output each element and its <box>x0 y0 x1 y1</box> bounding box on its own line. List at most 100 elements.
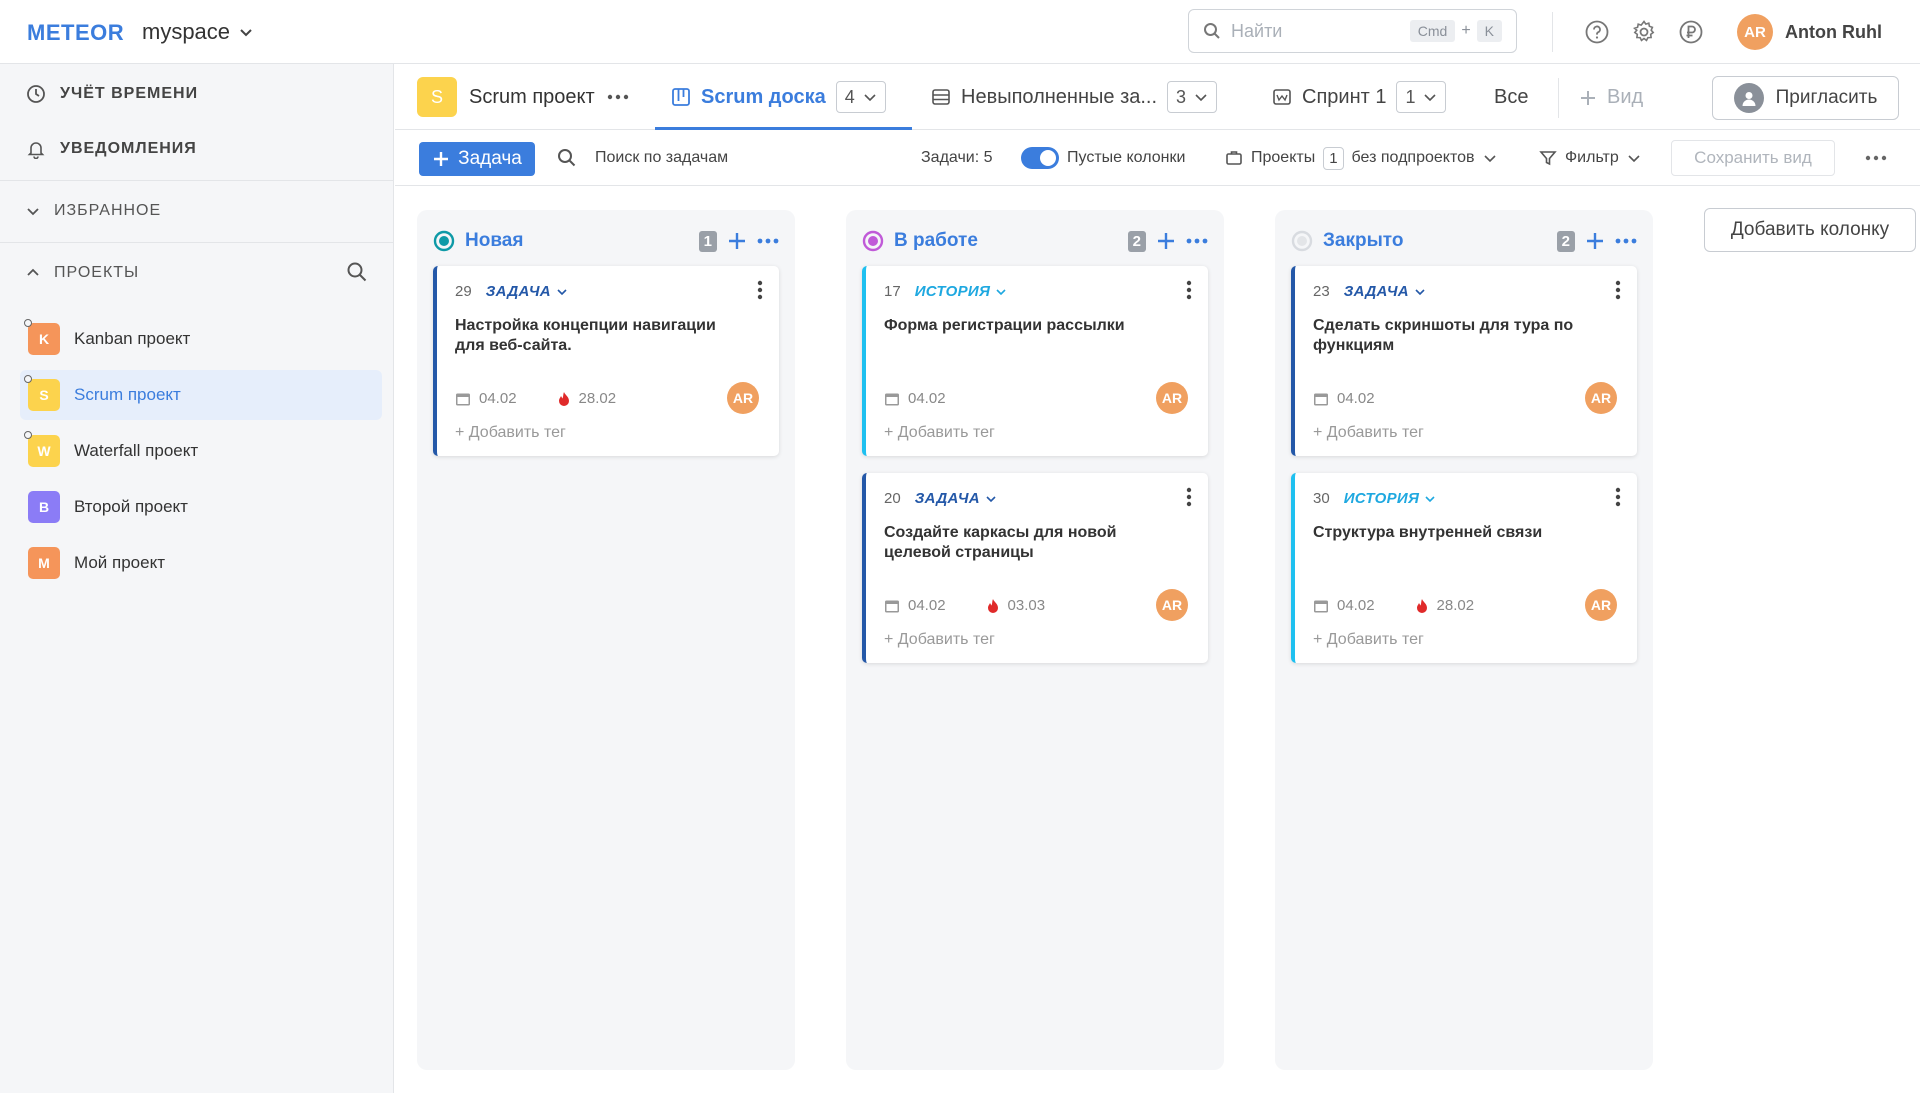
card-dates: 04.02 <box>884 390 946 407</box>
projects-filter[interactable]: Проекты 1 без подпроектов <box>1225 130 1497 186</box>
add-tag-link[interactable]: + Добавить тег <box>1313 424 1424 442</box>
project-name: Мой проект <box>74 553 166 572</box>
sidebar-section-favorites[interactable]: ИЗБРАННОЕ <box>26 202 161 220</box>
empty-columns-toggle[interactable]: Пустые колонки <box>1021 130 1185 186</box>
chevron-down-icon <box>240 29 252 37</box>
project-badge: В <box>28 491 60 523</box>
assignee-avatar[interactable]: AR <box>727 382 759 414</box>
plus-icon <box>1581 90 1595 105</box>
save-view-button[interactable]: Сохранить вид <box>1671 140 1835 176</box>
tab-label: Спринт 1 <box>1302 85 1387 108</box>
kebab-menu-icon[interactable] <box>1186 280 1192 300</box>
task-card[interactable]: 29 ЗАДАЧА Настройка концепции навигации д… <box>433 266 779 456</box>
plus-icon[interactable] <box>1156 231 1176 251</box>
card-title[interactable]: Настройка концепции навигации для веб-са… <box>455 316 749 356</box>
search-icon[interactable] <box>346 261 368 283</box>
gear-icon[interactable] <box>1631 19 1657 45</box>
invite-label: Пригласить <box>1775 87 1878 108</box>
plus-icon[interactable] <box>727 231 747 251</box>
search-placeholder: Найти <box>1231 20 1283 41</box>
plus-icon[interactable] <box>1585 231 1605 251</box>
more-icon[interactable] <box>1186 238 1208 244</box>
column-header: В работе 2 <box>862 226 1208 256</box>
more-icon[interactable] <box>757 238 779 244</box>
filter-button[interactable]: Фильтр <box>1539 130 1641 186</box>
card-type-dropdown[interactable]: ИСТОРИЯ <box>915 283 1008 300</box>
start-date: 04.02 <box>479 390 517 407</box>
sidebar-item-time-tracking[interactable]: УЧЁТ ВРЕМЕНИ <box>26 84 198 104</box>
tab-backlog[interactable]: Невыполненные за... 3 <box>931 81 1218 113</box>
card-title[interactable]: Форма регистрации рассылки <box>884 316 1178 336</box>
sidebar-section-label: ИЗБРАННОЕ <box>54 202 162 219</box>
tab-count-dropdown[interactable]: 4 <box>835 81 886 113</box>
due-date: 28.02 <box>1436 597 1475 614</box>
task-card[interactable]: 30 ИСТОРИЯ Структура внутренней связи 04.… <box>1291 473 1637 663</box>
kebab-menu-icon[interactable] <box>757 280 763 300</box>
add-tag-link[interactable]: + Добавить тег <box>1313 631 1424 649</box>
sidebar-project-kanban[interactable]: K Kanban проект <box>20 314 382 364</box>
more-icon[interactable] <box>1615 238 1637 244</box>
sidebar-project-my[interactable]: М Мой проект <box>20 538 382 588</box>
tab-scrum-board[interactable]: Scrum доска 4 <box>671 81 886 113</box>
tab-sprint[interactable]: Спринт 1 1 <box>1272 81 1447 113</box>
app-logo[interactable]: METEOR <box>27 20 124 46</box>
add-task-button[interactable]: Задача <box>419 142 535 176</box>
card-title[interactable]: Создайте каркасы для новой целевой стран… <box>884 523 1178 563</box>
assignee-avatar[interactable]: AR <box>1156 382 1188 414</box>
toggle-switch[interactable] <box>1021 147 1059 169</box>
projects-label: Проекты <box>1251 149 1316 166</box>
sidebar-item-notifications[interactable]: УВЕДОМЛЕНИЯ <box>26 139 197 159</box>
card-number: 30 <box>1313 490 1330 507</box>
shortcut-plus: + <box>1461 22 1471 39</box>
tab-label: Scrum доска <box>701 85 826 108</box>
chevron-down-icon <box>557 288 567 295</box>
column-title: В работе <box>894 230 978 251</box>
clock-icon <box>27 85 45 103</box>
ruble-icon[interactable] <box>1678 19 1704 45</box>
workspace-switcher[interactable]: myspace <box>142 19 254 45</box>
divider <box>1552 12 1553 52</box>
project-title[interactable]: S Scrum проект <box>417 77 629 117</box>
kebab-menu-icon[interactable] <box>1615 487 1621 507</box>
kebab-menu-icon[interactable] <box>1615 280 1621 300</box>
task-search-input[interactable]: Поиск по задачам <box>557 130 728 186</box>
card-type-dropdown[interactable]: ИСТОРИЯ <box>1344 490 1437 507</box>
global-search-input[interactable]: Найти Cmd + K <box>1188 9 1517 53</box>
assignee-avatar[interactable]: AR <box>1156 589 1188 621</box>
add-view-label: Вид <box>1607 86 1644 108</box>
invite-button[interactable]: Пригласить <box>1712 76 1899 120</box>
sidebar-project-second[interactable]: В Второй проект <box>20 482 382 532</box>
assignee-avatar[interactable]: AR <box>1585 589 1617 621</box>
add-view-button[interactable]: Вид <box>1579 86 1643 109</box>
card-type-dropdown[interactable]: ЗАДАЧА <box>1344 283 1426 300</box>
task-card[interactable]: 20 ЗАДАЧА Создайте каркасы для новой целе… <box>862 473 1208 663</box>
card-title[interactable]: Структура внутренней связи <box>1313 523 1607 543</box>
sidebar-project-waterfall[interactable]: W Waterfall проект <box>20 426 382 476</box>
project-badge: K <box>24 319 60 355</box>
chevron-up-icon <box>27 268 39 276</box>
assignee-avatar[interactable]: AR <box>1585 382 1617 414</box>
task-card[interactable]: 23 ЗАДАЧА Сделать скриншоты для тура по ф… <box>1291 266 1637 456</box>
add-tag-link[interactable]: + Добавить тег <box>884 631 995 649</box>
task-card[interactable]: 17 ИСТОРИЯ Форма регистрации рассылки 04.… <box>862 266 1208 456</box>
sidebar-section-projects[interactable]: ПРОЕКТЫ <box>26 264 139 282</box>
kebab-menu-icon[interactable] <box>1186 487 1192 507</box>
more-icon[interactable] <box>1865 155 1887 161</box>
user-menu[interactable]: AR Anton Ruhl <box>1737 14 1882 50</box>
column-count: 2 <box>1127 230 1146 252</box>
tab-count-dropdown[interactable]: 1 <box>1396 81 1447 113</box>
add-tag-link[interactable]: + Добавить тег <box>884 424 995 442</box>
tab-count-dropdown[interactable]: 3 <box>1167 81 1218 113</box>
calendar-icon <box>456 393 470 405</box>
card-type-dropdown[interactable]: ЗАДАЧА <box>486 283 568 300</box>
sidebar-project-scrum[interactable]: S Scrum проект <box>20 370 382 420</box>
help-icon[interactable] <box>1584 19 1610 45</box>
add-tag-link[interactable]: + Добавить тег <box>455 424 566 442</box>
card-type-dropdown[interactable]: ЗАДАЧА <box>915 490 997 507</box>
card-title[interactable]: Сделать скриншоты для тура по функциям <box>1313 316 1607 356</box>
add-column-button[interactable]: Добавить колонку <box>1704 208 1916 252</box>
more-icon[interactable] <box>607 94 629 100</box>
calendar-icon <box>885 393 899 405</box>
tab-all[interactable]: Все <box>1494 86 1528 109</box>
chevron-down-icon <box>1424 94 1437 102</box>
